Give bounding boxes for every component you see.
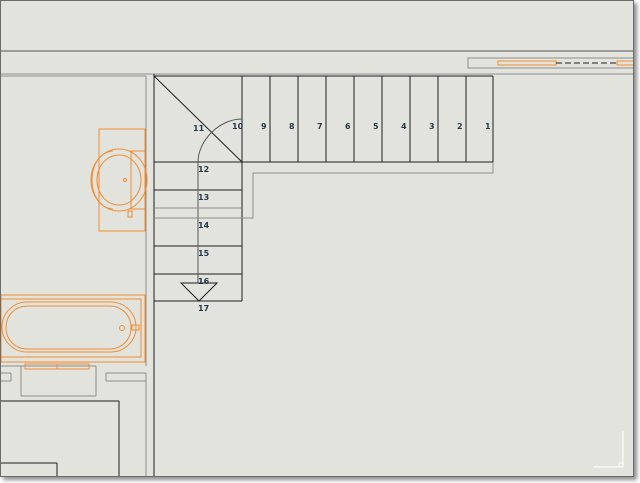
step-label-2: 2 — [457, 122, 463, 131]
step-label-16: 16 — [198, 277, 210, 286]
step-label-13: 13 — [198, 193, 209, 202]
bathroom-walls — [1, 75, 147, 476]
step-label-14: 14 — [198, 221, 210, 230]
floor-plan-canvas[interactable]: 1 2 3 4 5 6 7 8 9 10 11 12 13 14 15 16 1… — [1, 1, 634, 477]
step-label-17: 17 — [198, 304, 209, 313]
step-label-1: 1 — [485, 122, 491, 131]
step-label-5: 5 — [373, 122, 379, 131]
step-label-6: 6 — [345, 122, 351, 131]
bathtub-icon — [1, 294, 146, 363]
washbasin-icon — [90, 128, 148, 232]
step-label-15: 15 — [198, 249, 210, 258]
ucs-axis-icon — [593, 431, 624, 468]
top-wall-band — [1, 50, 633, 476]
staircase — [153, 75, 494, 302]
step-label-11: 11 — [193, 124, 205, 133]
cad-drawing-viewport[interactable]: 1 2 3 4 5 6 7 8 9 10 11 12 13 14 15 16 1… — [0, 0, 634, 477]
window-opening — [467, 57, 633, 69]
step-label-4: 4 — [401, 122, 407, 131]
step-label-3: 3 — [429, 122, 435, 131]
step-label-12: 12 — [198, 165, 209, 174]
step-label-7: 7 — [317, 122, 323, 131]
step-label-10: 10 — [232, 122, 244, 131]
step-label-8: 8 — [289, 122, 295, 131]
step-label-9: 9 — [261, 122, 267, 131]
